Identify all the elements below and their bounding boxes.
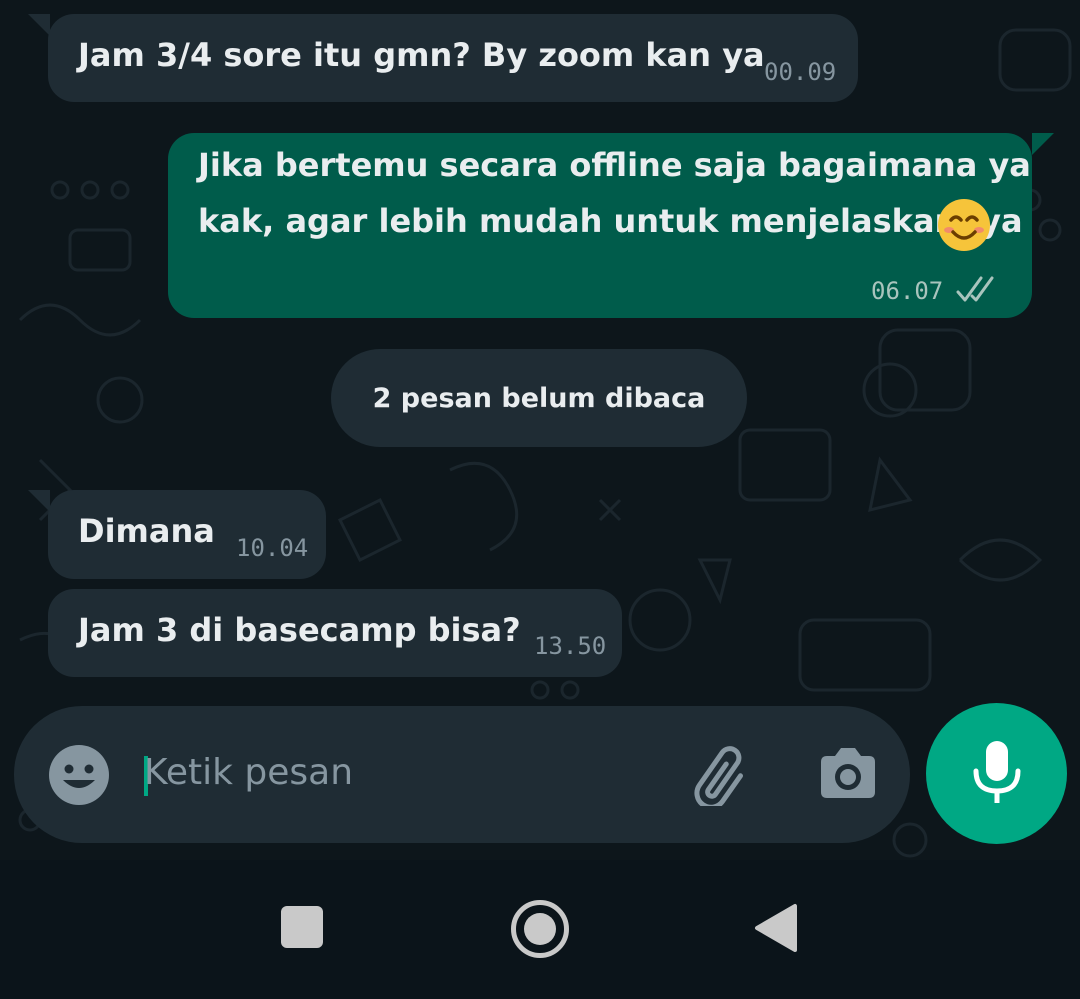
- message-bubble-outgoing[interactable]: Jika bertemu secara offline saja bagaima…: [168, 133, 1032, 318]
- message-bubble-incoming[interactable]: Jam 3/4 sore itu gmn? By zoom kan ya 00.…: [48, 14, 858, 102]
- square-icon[interactable]: [281, 906, 323, 948]
- bubble-tail: [28, 490, 50, 512]
- camera-icon[interactable]: [817, 744, 879, 804]
- mic-button[interactable]: [926, 703, 1067, 844]
- message-text-line1: Jika bertemu secara offline saja bagaima…: [198, 146, 1031, 184]
- message-text: Jam 3/4 sore itu gmn? By zoom kan ya: [78, 36, 765, 74]
- message-time: 00.09: [764, 58, 837, 86]
- emoji-icon[interactable]: [48, 744, 110, 806]
- paperclip-icon[interactable]: [682, 744, 750, 806]
- double-check-icon: [956, 276, 994, 302]
- circle-icon[interactable]: [511, 900, 569, 958]
- bubble-tail: [1032, 133, 1054, 155]
- message-text-line2: kak, agar lebih mudah untuk menjelaskann…: [198, 202, 1023, 240]
- bubble-tail: [28, 14, 50, 36]
- message-text: Dimana: [78, 512, 215, 550]
- unread-banner-text: 2 pesan belum dibaca: [372, 382, 706, 414]
- message-time: 06.07: [871, 277, 944, 305]
- message-time: 10.04: [236, 534, 309, 562]
- unread-messages-banner: 2 pesan belum dibaca: [331, 349, 747, 447]
- message-time: 13.50: [534, 632, 607, 660]
- message-input[interactable]: Ketik pesan: [144, 752, 353, 793]
- message-composer: Ketik pesan: [14, 706, 910, 843]
- message-bubble-incoming[interactable]: Jam 3 di basecamp bisa? 13.50: [48, 589, 622, 677]
- triangle-back-icon[interactable]: [753, 902, 799, 954]
- message-bubble-incoming[interactable]: Dimana 10.04: [48, 490, 326, 579]
- chat-area: Jam 3/4 sore itu gmn? By zoom kan ya 00.…: [0, 0, 1080, 860]
- system-navigation-bar: [0, 860, 1080, 999]
- smiling-face-emoji: [938, 199, 990, 251]
- message-text: Jam 3 di basecamp bisa?: [78, 611, 521, 649]
- mic-icon: [973, 741, 1021, 803]
